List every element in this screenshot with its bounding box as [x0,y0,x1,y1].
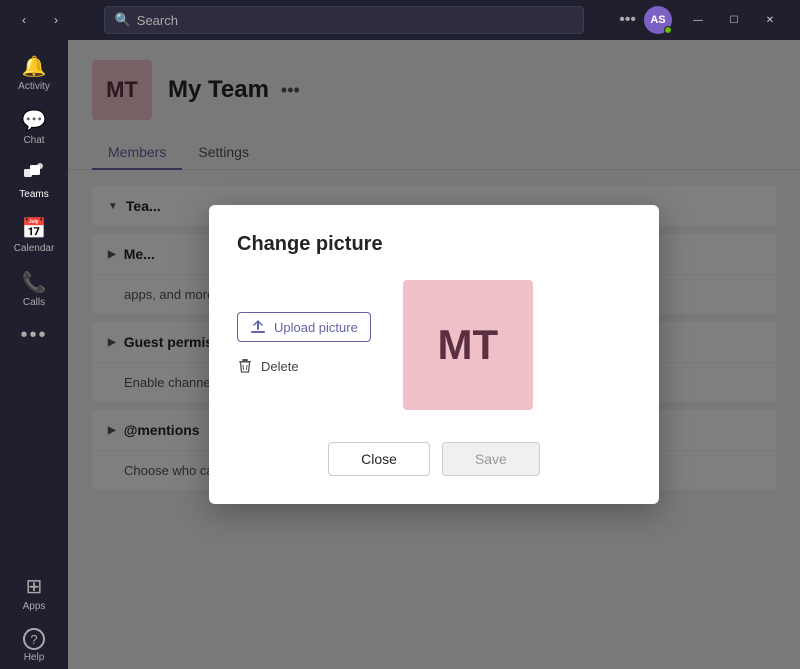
trash-icon [237,358,253,374]
team-preview-avatar: MT [403,280,533,410]
calls-icon: 📞 [22,270,47,295]
nav-controls: ‹ › [12,8,68,32]
delete-label: Delete [261,359,299,374]
sidebar-item-activity[interactable]: 🔔 Activity [6,48,62,98]
help-icon: ? [23,628,45,650]
dialog-footer: Close Save [237,442,631,476]
save-button[interactable]: Save [442,442,540,476]
dialog-actions: Upload picture [237,280,371,410]
chat-icon: 💬 [22,108,47,133]
teams-icon [23,162,45,187]
sidebar-item-help[interactable]: ? Help [6,622,62,669]
user-avatar[interactable]: AS [644,6,672,34]
title-bar: ‹ › 🔍 Search ••• AS — ☐ ✕ [0,0,800,40]
upload-icon [250,319,266,335]
activity-icon: 🔔 [22,54,47,79]
dialog-body: Upload picture [237,280,631,410]
app-body: 🔔 Activity 💬 Chat Teams 📅 Calendar 📞 Cal… [0,40,800,669]
more-icon: ••• [20,324,47,347]
sidebar-item-label: Teams [19,189,48,200]
sidebar-item-label: Calendar [14,243,55,254]
presence-dot [664,26,672,34]
minimize-button[interactable]: — [680,6,716,34]
close-dialog-button[interactable]: Close [328,442,430,476]
nav-back-button[interactable]: ‹ [12,8,36,32]
sidebar-item-apps[interactable]: ⊞ Apps [6,568,62,618]
sidebar-item-label: Calls [23,297,45,308]
nav-forward-button[interactable]: › [44,8,68,32]
search-placeholder: Search [137,13,178,28]
maximize-button[interactable]: ☐ [716,6,752,34]
sidebar-item-calls[interactable]: 📞 Calls [6,264,62,314]
search-bar[interactable]: 🔍 Search [104,6,584,34]
more-options-button[interactable]: ••• [619,11,636,29]
change-picture-dialog: Change picture Upload picture [209,205,659,504]
close-button[interactable]: ✕ [752,6,788,34]
sidebar-item-teams[interactable]: Teams [6,156,62,206]
apps-icon: ⊞ [26,574,43,599]
main-content: MT My Team ••• Members Settings ▼ Tea...… [68,40,800,669]
sidebar-item-chat[interactable]: 💬 Chat [6,102,62,152]
sidebar-item-label: Activity [18,81,50,92]
delete-button[interactable]: Delete [237,354,371,378]
window-controls: — ☐ ✕ [680,6,788,34]
sidebar-item-calendar[interactable]: 📅 Calendar [6,210,62,260]
sidebar-item-more[interactable]: ••• [6,318,62,353]
search-icon: 🔍 [115,12,131,28]
dialog-overlay: Change picture Upload picture [68,40,800,669]
calendar-icon: 📅 [22,216,47,241]
title-bar-right: ••• AS — ☐ ✕ [619,6,788,34]
upload-picture-button[interactable]: Upload picture [237,312,371,342]
sidebar-item-label: Help [24,652,45,663]
upload-label: Upload picture [274,320,358,335]
sidebar-item-label: Apps [23,601,46,612]
dialog-title: Change picture [237,233,631,256]
sidebar: 🔔 Activity 💬 Chat Teams 📅 Calendar 📞 Cal… [0,40,68,669]
sidebar-item-label: Chat [23,135,44,146]
